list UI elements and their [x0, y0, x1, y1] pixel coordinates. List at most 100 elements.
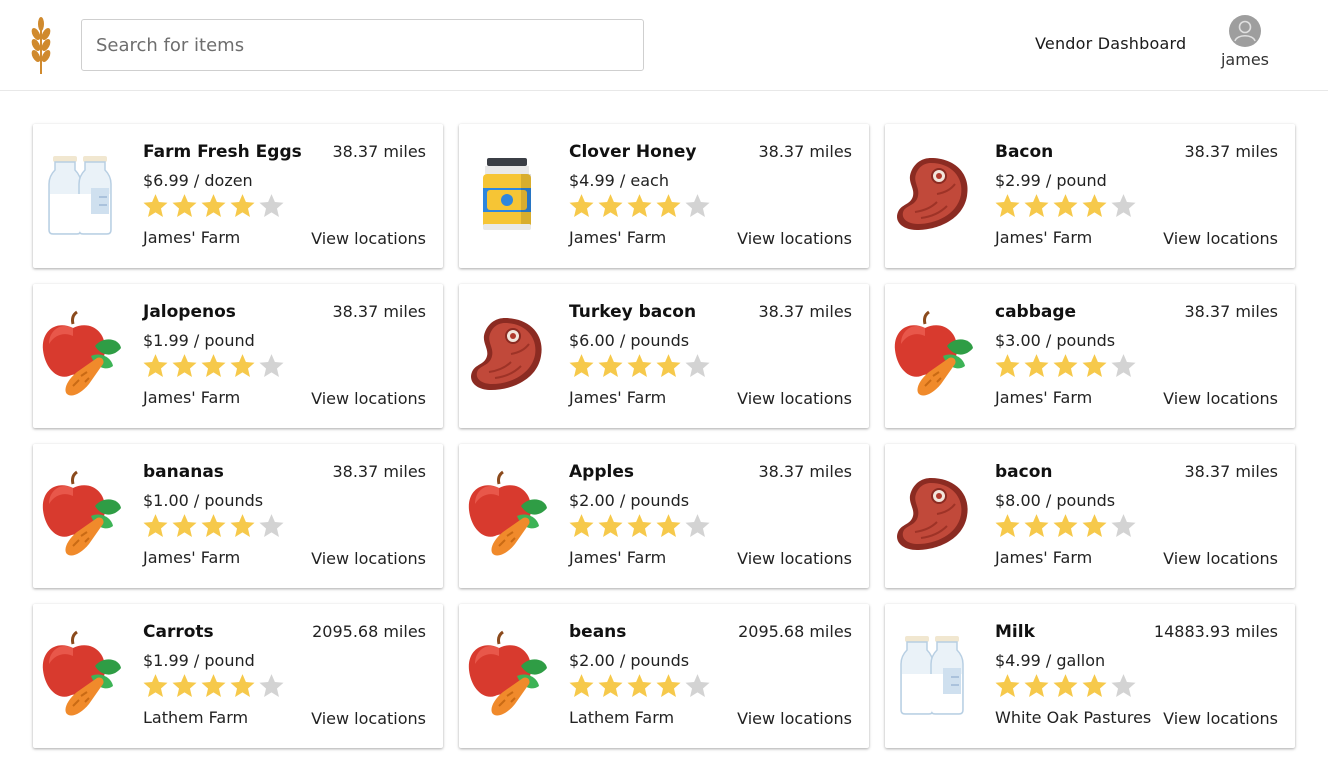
product-price: $6.99 / dozen	[143, 171, 253, 190]
star-filled-icon	[141, 672, 170, 702]
apple-carrot-icon	[39, 630, 121, 716]
star-rating	[993, 512, 1138, 542]
product-farm: James' Farm	[143, 228, 241, 247]
product-farm: James' Farm	[995, 228, 1093, 247]
view-locations-link[interactable]: View locations	[737, 229, 852, 248]
apple-carrot-icon	[891, 310, 973, 396]
star-rating	[567, 512, 712, 542]
star-filled-icon	[170, 352, 199, 382]
view-locations-link[interactable]: View locations	[1163, 229, 1278, 248]
top-navbar: Vendor Dashboard james	[0, 0, 1328, 91]
product-title: bananas	[143, 462, 224, 482]
star-rating	[141, 352, 286, 382]
star-filled-icon	[170, 672, 199, 702]
product-title: Turkey bacon	[569, 302, 697, 322]
milk-bottles-icon	[39, 150, 121, 236]
star-filled-icon	[596, 352, 625, 382]
user-menu[interactable]: james	[1216, 15, 1276, 71]
apple-carrot-icon	[39, 470, 121, 556]
meat-steak-icon	[465, 310, 547, 396]
product-card[interactable]: bacon 38.37 miles $8.00 / pounds James' Far…	[885, 444, 1295, 588]
star-filled-icon	[1080, 512, 1109, 542]
product-farm: James' Farm	[995, 548, 1093, 567]
product-card[interactable]: Milk 14883.93 miles $4.99 / gallon White Oa…	[885, 604, 1295, 748]
star-filled-icon	[228, 672, 257, 702]
product-farm: James' Farm	[995, 388, 1093, 407]
view-locations-link[interactable]: View locations	[737, 549, 852, 568]
product-distance: 38.37 miles	[332, 462, 426, 481]
product-title: Jalopenos	[143, 302, 236, 322]
star-filled-icon	[625, 352, 654, 382]
product-price: $1.99 / pound	[143, 651, 255, 670]
product-farm: James' Farm	[569, 548, 667, 567]
product-price: $3.00 / pounds	[995, 331, 1116, 350]
product-title: Clover Honey	[569, 142, 697, 162]
star-rating	[141, 672, 286, 702]
view-locations-link[interactable]: View locations	[1163, 389, 1278, 408]
milk-bottles-icon	[891, 630, 973, 716]
product-price: $1.00 / pounds	[143, 491, 264, 510]
wheat-icon[interactable]	[28, 16, 54, 74]
product-price: $8.00 / pounds	[995, 491, 1116, 510]
product-card[interactable]: Clover Honey 38.37 miles $4.99 / each James…	[459, 124, 869, 268]
product-farm: James' Farm	[143, 548, 241, 567]
star-filled-icon	[1080, 192, 1109, 222]
search-input[interactable]	[81, 19, 644, 71]
star-filled-icon	[596, 512, 625, 542]
star-filled-icon	[199, 352, 228, 382]
star-filled-icon	[1022, 352, 1051, 382]
product-distance: 38.37 miles	[1184, 302, 1278, 321]
star-filled-icon	[567, 352, 596, 382]
product-price: $4.99 / gallon	[995, 651, 1106, 670]
product-farm: James' Farm	[143, 388, 241, 407]
star-filled-icon	[993, 512, 1022, 542]
product-title: Carrots	[143, 622, 214, 642]
product-card[interactable]: beans 2095.68 miles $2.00 / pounds Lathem F…	[459, 604, 869, 748]
star-filled-icon	[596, 672, 625, 702]
user-name: james	[1220, 50, 1269, 69]
product-card[interactable]: Turkey bacon 38.37 miles $6.00 / pounds Jam…	[459, 284, 869, 428]
product-card[interactable]: Farm Fresh Eggs 38.37 miles $6.99 / dozen J…	[33, 124, 443, 268]
star-filled-icon	[141, 352, 170, 382]
product-distance: 38.37 miles	[1184, 462, 1278, 481]
star-filled-icon	[199, 672, 228, 702]
view-locations-link[interactable]: View locations	[311, 389, 426, 408]
product-distance: 38.37 miles	[758, 142, 852, 161]
star-empty-icon	[683, 672, 712, 702]
product-card[interactable]: Apples 38.37 miles $2.00 / pounds James' Fa…	[459, 444, 869, 588]
star-filled-icon	[993, 672, 1022, 702]
star-rating	[993, 192, 1138, 222]
star-filled-icon	[567, 192, 596, 222]
star-filled-icon	[625, 672, 654, 702]
star-filled-icon	[993, 352, 1022, 382]
apple-carrot-icon	[39, 310, 121, 396]
view-locations-link[interactable]: View locations	[737, 389, 852, 408]
product-price: $2.00 / pounds	[569, 651, 690, 670]
product-card[interactable]: bananas 38.37 miles $1.00 / pounds James' F…	[33, 444, 443, 588]
product-card[interactable]: cabbage 38.37 miles $3.00 / pounds James' F…	[885, 284, 1295, 428]
star-filled-icon	[1022, 192, 1051, 222]
view-locations-link[interactable]: View locations	[1163, 549, 1278, 568]
product-card[interactable]: Jalopenos 38.37 miles $1.99 / pound James' …	[33, 284, 443, 428]
view-locations-link[interactable]: View locations	[311, 549, 426, 568]
star-empty-icon	[1109, 352, 1138, 382]
view-locations-link[interactable]: View locations	[737, 709, 852, 728]
star-filled-icon	[141, 512, 170, 542]
star-empty-icon	[257, 192, 286, 222]
view-locations-link[interactable]: View locations	[311, 709, 426, 728]
view-locations-link[interactable]: View locations	[1163, 709, 1278, 728]
view-locations-link[interactable]: View locations	[311, 229, 426, 248]
star-empty-icon	[1109, 192, 1138, 222]
product-card[interactable]: Carrots 2095.68 miles $1.99 / pound Lathem …	[33, 604, 443, 748]
product-farm: Lathem Farm	[143, 708, 249, 727]
star-filled-icon	[625, 512, 654, 542]
user-avatar-icon[interactable]	[1229, 15, 1261, 47]
apple-carrot-icon	[465, 470, 547, 556]
product-price: $2.99 / pound	[995, 171, 1107, 190]
product-distance: 2095.68 miles	[738, 622, 852, 641]
star-rating	[993, 352, 1138, 382]
product-title: Bacon	[995, 142, 1054, 162]
vendor-dashboard-link[interactable]: Vendor Dashboard	[1035, 34, 1186, 53]
star-empty-icon	[257, 512, 286, 542]
product-card[interactable]: Bacon 38.37 miles $2.99 / pound James' Farm…	[885, 124, 1295, 268]
